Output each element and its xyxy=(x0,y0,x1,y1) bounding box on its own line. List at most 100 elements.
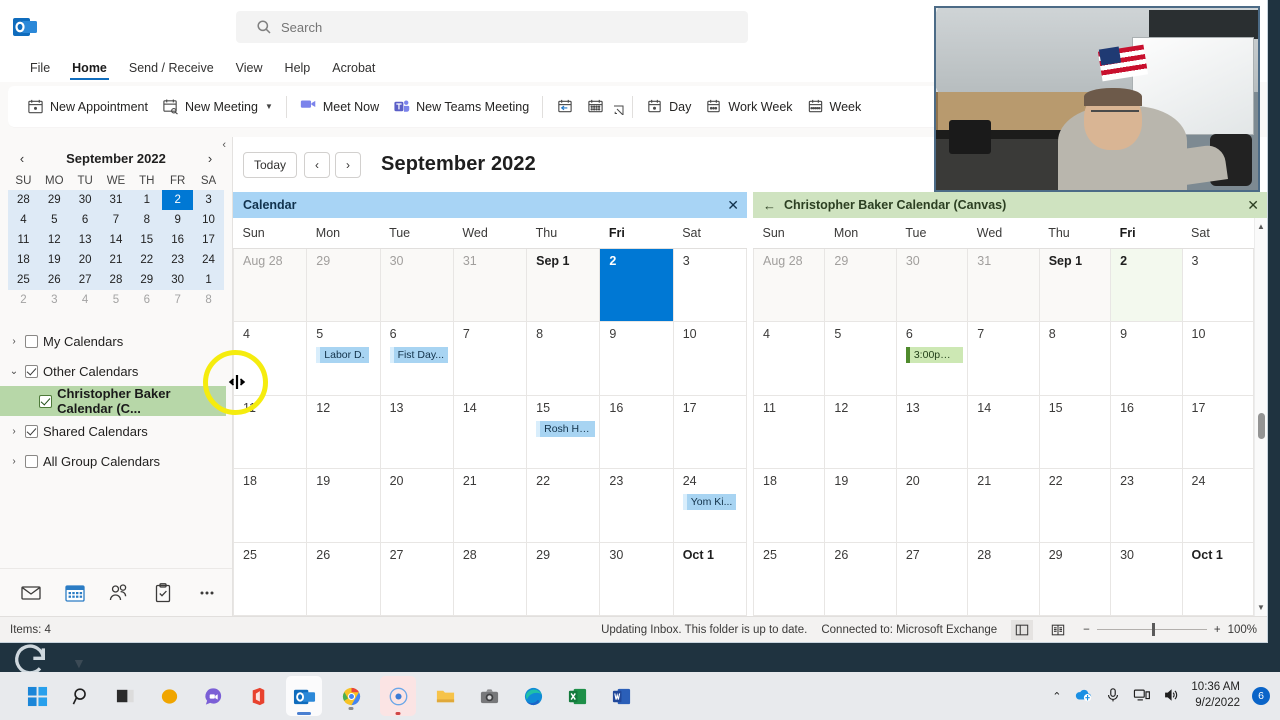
grid-day-cell[interactable]: 21 xyxy=(967,468,1040,543)
mini-calendar[interactable]: SU MO TU WE TH FR SA 28 29 30 31 1 2 3 4 5 6 7 8 9 10 11 12 13… xyxy=(8,172,224,310)
today-button[interactable]: Today xyxy=(243,151,298,178)
grid-day-cell[interactable]: 16 xyxy=(599,394,674,469)
grid-day-cell[interactable]: 5 xyxy=(824,321,897,396)
outlook-icon[interactable] xyxy=(286,676,322,716)
mini-cal-day[interactable]: 17 xyxy=(193,230,224,250)
grid-day-cell[interactable]: 23 xyxy=(599,468,674,543)
grid-day-cell[interactable]: 24 Yom Ki... xyxy=(672,468,748,543)
word-icon[interactable] xyxy=(606,681,636,711)
menu-item-send-receive[interactable]: Send / Receive xyxy=(119,57,224,82)
scroll-down-icon[interactable]: ▼ xyxy=(1257,603,1265,612)
grid-day-cell[interactable]: 30 xyxy=(1110,541,1183,616)
people-icon[interactable] xyxy=(108,582,130,604)
tree-item-shared-calendars[interactable]: › Shared Calendars xyxy=(0,416,226,446)
mini-cal-day[interactable]: 19 xyxy=(38,250,70,270)
grid-day-cell[interactable]: 30 xyxy=(379,247,454,322)
collapse-pane-icon[interactable]: ‹ xyxy=(222,139,226,151)
grid-day-cell[interactable]: 9 xyxy=(599,321,674,396)
grid-day-cell[interactable]: 17 xyxy=(1181,394,1255,469)
grid-day-cell[interactable]: 3 xyxy=(1181,247,1255,322)
mini-cal-day[interactable]: 18 xyxy=(8,250,39,270)
back-arrow-icon[interactable]: ← xyxy=(763,198,776,213)
mini-cal-day[interactable]: 3 xyxy=(39,290,70,310)
mini-cal-day[interactable]: 29 xyxy=(38,190,70,210)
grid-day-cell[interactable]: 14 xyxy=(452,394,528,469)
mini-cal-day[interactable]: 15 xyxy=(131,230,163,250)
grid-day-cell[interactable]: 8 xyxy=(526,321,601,396)
calendar-icon[interactable] xyxy=(64,582,86,604)
grid-day-cell[interactable]: 12 xyxy=(824,394,897,469)
grid-day-cell[interactable]: 10 xyxy=(672,321,748,396)
grid-day-cell[interactable]: 12 xyxy=(306,394,381,469)
mini-cal-day[interactable]: 11 xyxy=(8,230,39,250)
mini-cal-day[interactable]: 5 xyxy=(38,210,70,230)
normal-view-button[interactable] xyxy=(1011,619,1034,640)
grid-day-cell[interactable]: 7 xyxy=(967,321,1040,396)
tree-item-checkbox[interactable] xyxy=(39,394,53,408)
volume-icon[interactable] xyxy=(1163,687,1179,706)
scroll-up-icon[interactable]: ▲ xyxy=(1257,222,1265,231)
mini-cal-day[interactable]: 31 xyxy=(100,190,132,210)
mini-cal-day[interactable]: 20 xyxy=(69,250,101,270)
mini-cal-day[interactable]: 1 xyxy=(131,190,163,210)
tree-item-other-calendars[interactable]: ⌄ Other Calendars xyxy=(0,356,226,386)
mini-cal-day[interactable]: 22 xyxy=(131,250,163,270)
search-box[interactable] xyxy=(236,11,748,43)
grid-day-cell[interactable]: 5 Labor D. xyxy=(306,321,381,396)
onedrive-icon[interactable] xyxy=(1073,687,1093,705)
mini-cal-day[interactable]: 30 xyxy=(69,190,101,210)
grid-day-cell[interactable]: 27 xyxy=(379,541,454,616)
grid-day-cell[interactable]: 22 xyxy=(1038,468,1112,543)
mini-cal-day[interactable]: 16 xyxy=(162,230,194,250)
new-appointment-button[interactable]: New Appointment xyxy=(20,92,155,122)
search-taskbar-icon[interactable] xyxy=(66,681,96,711)
mini-cal-day[interactable]: 23 xyxy=(162,250,194,270)
grid-day-cell[interactable]: 20 xyxy=(895,468,969,543)
grid-day-cell[interactable]: 2 xyxy=(1110,247,1183,322)
camera-icon[interactable] xyxy=(474,681,504,711)
tree-item-christopher-baker-calendar-c[interactable]: Christopher Baker Calendar (C... xyxy=(0,386,226,416)
edge-icon[interactable] xyxy=(518,681,548,711)
week-view-button[interactable]: Week xyxy=(800,92,869,122)
notification-badge[interactable]: 6 xyxy=(1252,687,1270,705)
more-icon[interactable] xyxy=(196,582,218,604)
grid-day-cell[interactable]: 31 xyxy=(452,247,528,322)
file-explorer-icon[interactable] xyxy=(430,681,460,711)
mini-cal-day[interactable]: 8 xyxy=(131,210,163,230)
grid-day-cell[interactable]: Aug 28 xyxy=(232,247,308,322)
mini-cal-day[interactable]: 30 xyxy=(162,270,194,290)
chat-icon[interactable] xyxy=(198,681,228,711)
grid-day-cell[interactable]: 31 xyxy=(967,247,1040,322)
zoom-in-button[interactable]: + xyxy=(1214,624,1221,636)
mini-cal-day[interactable]: 8 xyxy=(193,290,224,310)
mini-cal-day[interactable]: 25 xyxy=(8,270,39,290)
mini-cal-day[interactable]: 21 xyxy=(100,250,132,270)
tree-item-checkbox[interactable] xyxy=(25,364,38,378)
mail-icon[interactable] xyxy=(20,582,42,604)
widgets-icon[interactable] xyxy=(154,681,184,711)
close-icon[interactable]: ✕ xyxy=(727,197,739,214)
office-icon[interactable] xyxy=(242,681,272,711)
grid-day-cell[interactable]: Sep 1 xyxy=(1038,247,1112,322)
tasks-icon[interactable] xyxy=(152,582,174,604)
next-period-button[interactable]: › xyxy=(335,151,362,178)
mini-cal-day[interactable]: 2 xyxy=(162,190,194,210)
start-button-icon[interactable] xyxy=(22,681,52,711)
meet-now-button[interactable]: Meet Now xyxy=(293,92,386,122)
month-grid[interactable]: Sun Mon Tue Wed Thu Fri Sat Aug 28 29 30 31 Sep 123… xyxy=(232,218,748,616)
grid-day-cell[interactable]: 2 xyxy=(599,247,674,322)
calendar-vertical-scrollbar[interactable]: ▲ ▼ xyxy=(1254,218,1267,616)
grid-day-cell[interactable]: 16 xyxy=(1110,394,1183,469)
grid-day-cell[interactable]: 14 xyxy=(967,394,1040,469)
grid-day-cell[interactable]: 18 xyxy=(752,468,826,543)
chevron-right-icon[interactable]: › xyxy=(8,456,20,467)
grid-day-cell[interactable]: 25 xyxy=(232,541,308,616)
tree-item-my-calendars[interactable]: › My Calendars xyxy=(0,326,226,356)
mini-cal-day[interactable]: 27 xyxy=(69,270,101,290)
mini-cal-day[interactable]: 10 xyxy=(193,210,224,230)
scrollbar-thumb[interactable] xyxy=(1258,413,1265,439)
mini-cal-day[interactable]: 4 xyxy=(70,290,101,310)
mini-cal-day[interactable]: 28 xyxy=(100,270,132,290)
mini-cal-day[interactable]: 29 xyxy=(131,270,163,290)
mini-cal-day[interactable]: 12 xyxy=(38,230,70,250)
